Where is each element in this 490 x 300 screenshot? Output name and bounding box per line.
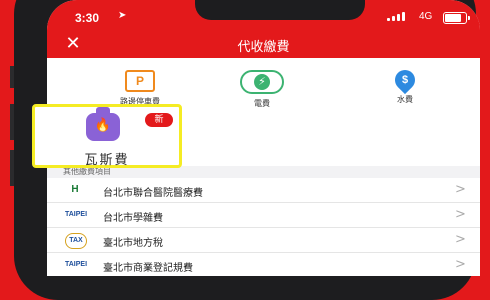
taipei-city-logo-icon: TAIPEI	[65, 211, 88, 218]
status-time: 3:30	[75, 11, 100, 25]
phone-side-button	[10, 104, 14, 140]
tax-logo-icon: TAX	[65, 233, 87, 249]
chevron-right-icon: >	[455, 232, 466, 247]
list-item[interactable]: H 台北市聯合醫院醫療費 >	[47, 178, 480, 203]
status-bar: 3:30 ➤ 4G	[47, 0, 480, 30]
location-arrow-icon: ➤	[118, 10, 127, 21]
lightning-symbol: ⚡	[254, 74, 270, 90]
camera-notch	[195, 0, 365, 20]
list-item[interactable]: TAX 臺北市地方稅 >	[47, 228, 480, 253]
taipei-city-logo-icon: TAIPEI	[65, 261, 88, 268]
chevron-right-icon: >	[455, 207, 466, 222]
battery-icon	[443, 12, 470, 24]
service-electricity[interactable]: ⚡ 電費	[217, 70, 307, 109]
parking-icon: P	[125, 70, 155, 92]
phone-side-button	[10, 66, 14, 88]
service-label: 水費	[397, 95, 413, 104]
list-item-name: 台北市學雜費	[103, 213, 163, 224]
nav-bar: ✕ 代收繳費	[47, 30, 480, 58]
water-drop-icon: $	[390, 65, 420, 95]
page-title: 代收繳費	[237, 40, 290, 55]
gas-service-label: 瓦斯費	[84, 153, 130, 168]
gas-cylinder-icon: 🔥	[86, 107, 120, 141]
hospital-logo-icon: H	[71, 184, 79, 195]
chevron-right-icon: >	[455, 182, 466, 197]
chevron-right-icon: >	[455, 257, 466, 272]
flame-icon: 🔥	[94, 118, 112, 133]
gas-cylinder-valve	[96, 107, 110, 114]
list-item[interactable]: TAIPEI 台北市學雜費 >	[47, 203, 480, 228]
water-dollar-symbol: $	[401, 74, 409, 86]
list-item[interactable]: TAIPEI 臺北市商業登記規費 >	[47, 253, 480, 276]
network-type: 4G	[419, 11, 433, 22]
service-label: 電費	[254, 99, 270, 108]
lightning-icon: ⚡	[240, 70, 284, 94]
payment-list: H 台北市聯合醫院醫療費 > TAIPEI 台北市學雜費 > TAX 臺北市地方…	[47, 178, 480, 276]
list-item-name: 臺北市地方稅	[103, 238, 163, 249]
phone-side-button	[10, 150, 14, 186]
gas-service-highlight[interactable]: 🔥 新 瓦斯費	[32, 104, 182, 168]
list-item-name: 臺北市商業登記規費	[103, 263, 193, 274]
list-item-name: 台北市聯合醫院醫療費	[103, 188, 203, 199]
service-parking[interactable]: P 路邊停車費	[95, 70, 185, 107]
service-water[interactable]: $ 水費	[360, 65, 450, 105]
new-badge: 新	[145, 113, 173, 127]
cellular-signal-icon	[387, 12, 405, 21]
